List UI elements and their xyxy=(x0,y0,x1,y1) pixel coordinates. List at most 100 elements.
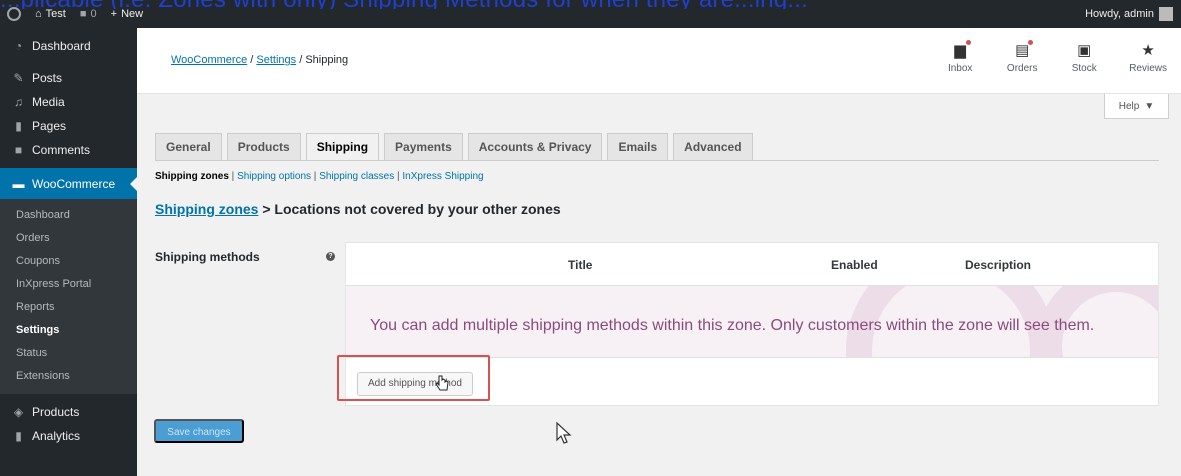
tab-products[interactable]: Products xyxy=(226,133,301,160)
box-icon: ◈ xyxy=(13,405,24,419)
column-description: Description xyxy=(965,258,1032,272)
breadcrumb: WooCommerce / Settings / Shipping xyxy=(171,54,348,66)
new-label: New xyxy=(121,8,144,20)
tab-payments[interactable]: Payments xyxy=(384,133,463,160)
dashboard-icon: ◔ xyxy=(14,39,23,53)
comment-icon: ■ xyxy=(14,143,23,157)
submenu-status[interactable]: Status xyxy=(0,342,137,365)
table-header: Title Enabled Description xyxy=(346,243,1158,286)
submenu-extensions[interactable]: Extensions xyxy=(0,365,137,388)
zone-name: > Locations not covered by your other zo… xyxy=(262,201,561,217)
video-caption-overlay: ...plicable (i.e. Zones with only) Shipp… xyxy=(0,0,1181,9)
tab-accounts-privacy[interactable]: Accounts & Privacy xyxy=(467,133,603,160)
woo-icon: ▬ xyxy=(12,176,25,191)
subsection-shipping-options[interactable]: Shipping options xyxy=(237,171,311,182)
inbox-button[interactable]: ▆ Inbox xyxy=(943,40,977,74)
submenu-dashboard[interactable]: Dashboard xyxy=(0,204,137,227)
breadcrumb-settings-link[interactable]: Settings xyxy=(256,54,296,66)
breadcrumb-woocommerce-link[interactable]: WooCommerce xyxy=(171,54,247,66)
breadcrumb-separator: / xyxy=(299,54,303,66)
sidebar-item-woocommerce[interactable]: ▬ WooCommerce xyxy=(0,168,137,199)
orders-button[interactable]: ▤ Orders xyxy=(1005,40,1039,74)
shipping-zones-link[interactable]: Shipping zones xyxy=(155,201,258,217)
page-title: Shipping zones > Locations not covered b… xyxy=(155,201,561,217)
pin-icon: ✎ xyxy=(13,71,24,85)
sidebar-item-comments[interactable]: ■ Comments xyxy=(0,138,137,162)
sidebar-item-label: Comments xyxy=(32,143,91,157)
blank-state-message: You can add multiple shipping methods wi… xyxy=(370,317,1095,334)
hand-cursor-icon xyxy=(435,375,449,391)
submenu-orders[interactable]: Orders xyxy=(0,227,137,250)
subsection-separator: | xyxy=(397,171,400,182)
sidebar-item-label: WooCommerce xyxy=(32,176,116,191)
submenu-inxpress-portal[interactable]: InXpress Portal xyxy=(0,273,137,296)
star-icon: ★ xyxy=(1141,42,1155,59)
stock-button[interactable]: ▣ Stock xyxy=(1067,42,1101,74)
home-icon: ⌂ xyxy=(35,8,42,20)
sidebar-item-products[interactable]: ◈ Products xyxy=(0,400,137,424)
howdy-text: Howdy, admin xyxy=(1085,8,1154,20)
sidebar-item-pages[interactable]: ▮ Pages xyxy=(0,114,137,138)
breadcrumb-separator: / xyxy=(250,54,254,66)
stock-label: Stock xyxy=(1071,63,1097,74)
reviews-button[interactable]: ★ Reviews xyxy=(1129,42,1167,74)
sidebar-item-posts[interactable]: ✎ Posts xyxy=(0,66,137,90)
sidebar-item-label: Pages xyxy=(32,119,67,133)
woocommerce-header: WooCommerce / Settings / Shipping ▆ Inbo… xyxy=(137,28,1181,94)
help-tab-button[interactable]: Help ▼ xyxy=(1104,94,1169,119)
column-title: Title xyxy=(568,258,593,272)
submenu-coupons[interactable]: Coupons xyxy=(0,250,137,273)
tab-shipping[interactable]: Shipping xyxy=(305,133,380,161)
tabs-divider xyxy=(155,160,1159,161)
reviews-label: Reviews xyxy=(1129,63,1167,74)
sidebar-item-dashboard[interactable]: ◔ Dashboard xyxy=(0,34,137,58)
shipping-subsections: Shipping zones | Shipping options | Ship… xyxy=(155,171,484,182)
blank-state-row: You can add multiple shipping methods wi… xyxy=(346,286,1158,358)
orders-icon: ▤ xyxy=(1014,40,1034,59)
subsection-shipping-classes[interactable]: Shipping classes xyxy=(319,171,394,182)
sidebar-item-label: Dashboard xyxy=(32,39,91,53)
stock-icon: ▣ xyxy=(1077,42,1092,59)
comments-count: 0 xyxy=(90,8,97,20)
breadcrumb-current: Shipping xyxy=(305,54,349,66)
sidebar-item-label: Products xyxy=(32,405,80,419)
help-label: Help xyxy=(1118,100,1140,112)
caret-down-icon: ▼ xyxy=(1144,100,1155,112)
avatar xyxy=(1159,7,1173,21)
inbox-icon: ▆ xyxy=(952,40,972,59)
highlight-box xyxy=(337,355,490,401)
my-account-menu[interactable]: Howdy, admin xyxy=(1085,7,1181,21)
subsection-inxpress-shipping[interactable]: InXpress Shipping xyxy=(402,171,483,182)
arrow-cursor-icon xyxy=(556,421,572,444)
plus-icon: + xyxy=(110,8,118,20)
settings-tabs: General Products Shipping Payments Accou… xyxy=(155,133,753,161)
inbox-label: Inbox xyxy=(947,63,973,74)
pages-icon: ▮ xyxy=(15,119,22,133)
subsection-separator: | xyxy=(313,171,317,182)
submenu-settings[interactable]: Settings xyxy=(0,319,137,342)
bars-icon: ▮ xyxy=(15,429,22,443)
tab-advanced[interactable]: Advanced xyxy=(673,133,753,160)
submenu-reports[interactable]: Reports xyxy=(0,296,137,319)
admin-sidebar: ◔ Dashboard ✎ Posts ♫ Media ▮ Pages ■ Co… xyxy=(0,28,137,476)
help-tip-icon[interactable]: ? xyxy=(326,252,335,261)
subsection-separator: | xyxy=(231,171,235,182)
tab-emails[interactable]: Emails xyxy=(607,133,669,160)
site-name: Test xyxy=(45,8,66,20)
shipping-methods-label: Shipping methods xyxy=(155,250,260,264)
save-changes-button[interactable]: Save changes xyxy=(154,419,244,443)
sidebar-item-analytics[interactable]: ▮ Analytics xyxy=(0,424,137,448)
sidebar-item-label: Media xyxy=(32,95,65,109)
activity-panel: ▆ Inbox ▤ Orders ▣ Stock ★ Reviews xyxy=(943,40,1167,74)
orders-label: Orders xyxy=(1006,63,1038,74)
subsection-shipping-zones[interactable]: Shipping zones xyxy=(155,171,229,182)
wordpress-icon xyxy=(7,7,21,21)
woocommerce-submenu: Dashboard Orders Coupons InXpress Portal… xyxy=(0,199,137,394)
column-enabled: Enabled xyxy=(831,258,878,272)
sidebar-item-media[interactable]: ♫ Media xyxy=(0,90,137,114)
sidebar-item-label: Posts xyxy=(32,71,63,85)
comment-icon: ■ xyxy=(79,8,87,20)
tab-general[interactable]: General xyxy=(155,133,222,160)
sidebar-item-label: Analytics xyxy=(32,429,81,443)
media-icon: ♫ xyxy=(14,95,23,109)
